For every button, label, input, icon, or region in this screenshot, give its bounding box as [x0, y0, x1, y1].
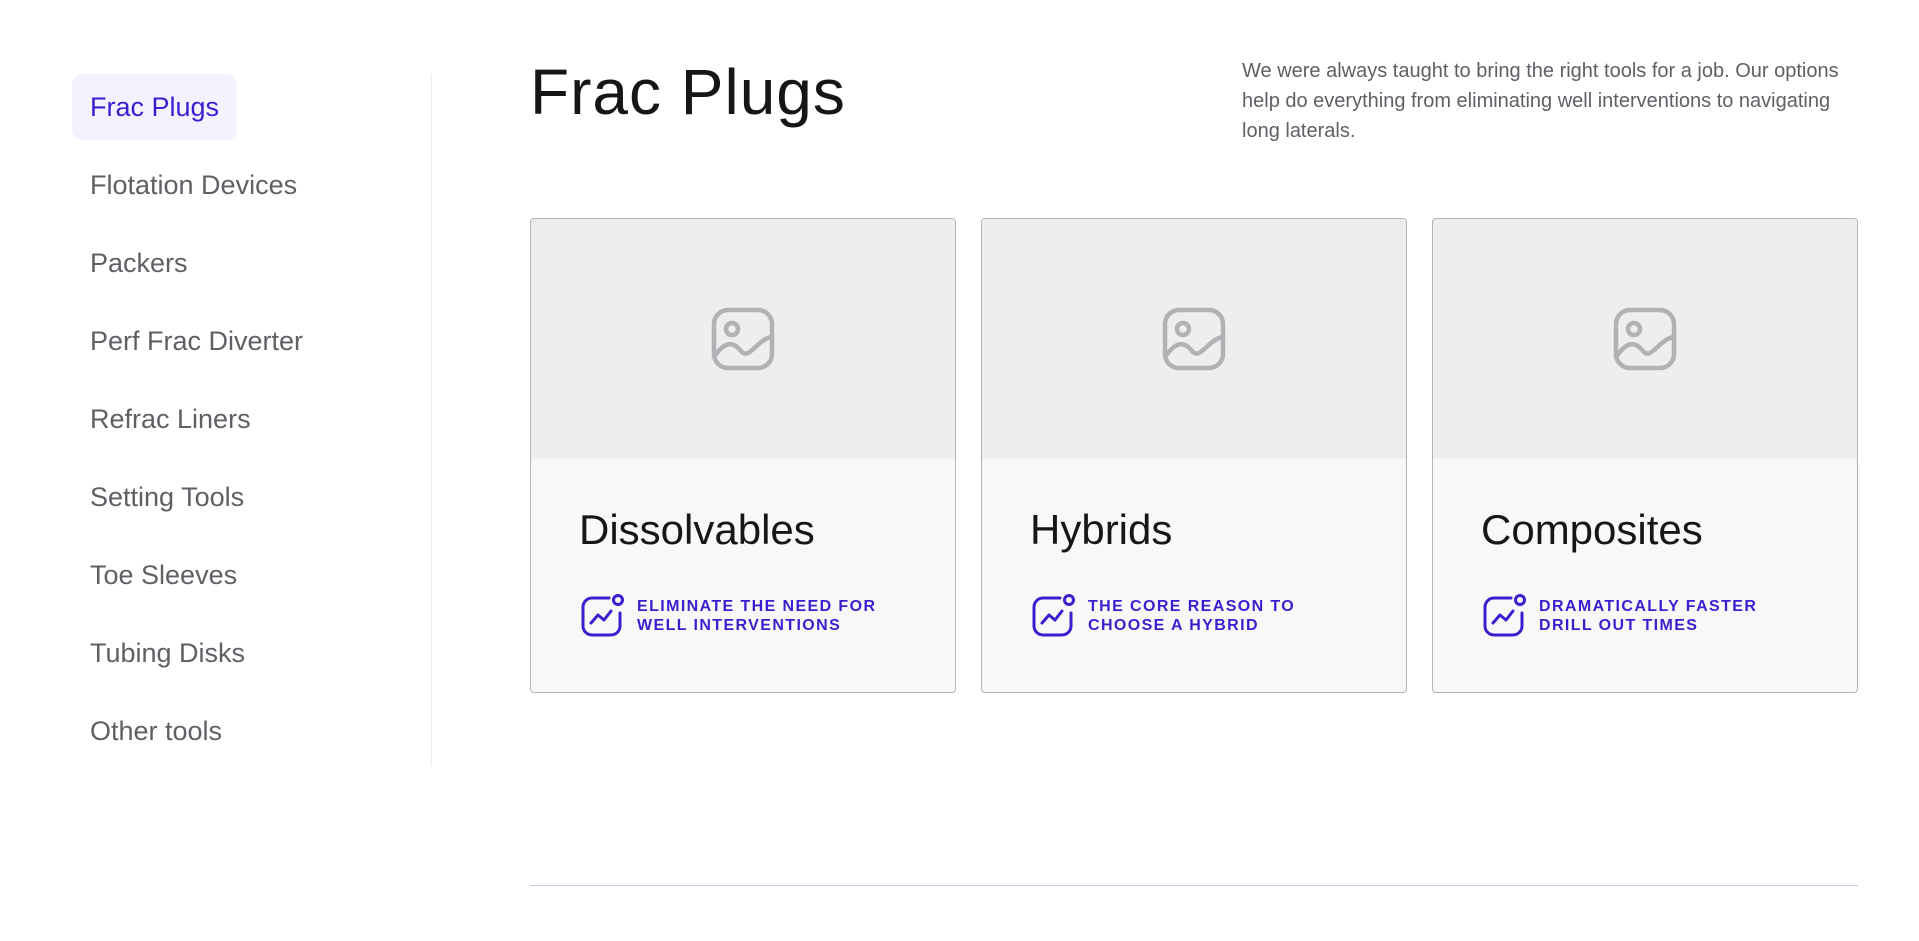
trend-chart-icon [1032, 594, 1075, 637]
image-placeholder-icon [1613, 307, 1677, 371]
sidebar-item-packers[interactable]: Packers [72, 230, 206, 296]
card-feature-text: THE CORE REASON TO CHOOSE A HYBRID [1088, 598, 1296, 634]
sidebar-item-setting-tools[interactable]: Setting Tools [72, 464, 262, 530]
sidebar-item-other-tools[interactable]: Other tools [72, 698, 240, 764]
card-feature-text: ELIMINATE THE NEED FOR WELL INTERVENTION… [637, 598, 877, 634]
sidebar-item-tubing-disks[interactable]: Tubing Disks [72, 620, 263, 686]
image-placeholder-icon [1162, 307, 1226, 371]
sidebar-item-flotation-devices[interactable]: Flotation Devices [72, 152, 315, 218]
sidebar-nav: Frac Plugs Flotation Devices Packers Per… [72, 74, 432, 766]
card-image-placeholder [531, 219, 955, 459]
product-card-composites[interactable]: Composites DRAMATICALLY FASTER DRILL OUT… [1432, 218, 1858, 693]
page-title: Frac Plugs [530, 56, 846, 128]
card-title: Hybrids [1030, 506, 1173, 553]
card-image-placeholder [1433, 219, 1857, 459]
card-feature: ELIMINATE THE NEED FOR WELL INTERVENTION… [579, 593, 907, 639]
card-image-placeholder [982, 219, 1406, 459]
sidebar-item-toe-sleeves[interactable]: Toe Sleeves [72, 542, 255, 608]
trend-chart-icon [1483, 594, 1526, 637]
product-card-hybrids[interactable]: Hybrids THE CORE REASON TO CHOOSE A HYBR… [981, 218, 1407, 693]
card-title: Composites [1481, 506, 1703, 553]
section-divider [530, 885, 1858, 886]
sidebar-item-perf-frac-diverter[interactable]: Perf Frac Diverter [72, 308, 321, 374]
product-cards: Dissolvables ELIMINATE THE NEED FOR WELL… [530, 218, 1858, 693]
page-intro: We were always taught to bring the right… [1242, 60, 1839, 142]
sidebar-item-frac-plugs[interactable]: Frac Plugs [72, 74, 238, 140]
card-feature: THE CORE REASON TO CHOOSE A HYBRID [1030, 593, 1358, 639]
sidebar-item-refrac-liners[interactable]: Refrac Liners [72, 386, 269, 452]
card-feature-text: DRAMATICALLY FASTER DRILL OUT TIMES [1539, 598, 1758, 634]
image-placeholder-icon [711, 307, 775, 371]
card-title: Dissolvables [579, 506, 815, 553]
trend-chart-icon [581, 594, 624, 637]
product-card-dissolvables[interactable]: Dissolvables ELIMINATE THE NEED FOR WELL… [530, 218, 956, 693]
card-feature: DRAMATICALLY FASTER DRILL OUT TIMES [1481, 593, 1809, 639]
